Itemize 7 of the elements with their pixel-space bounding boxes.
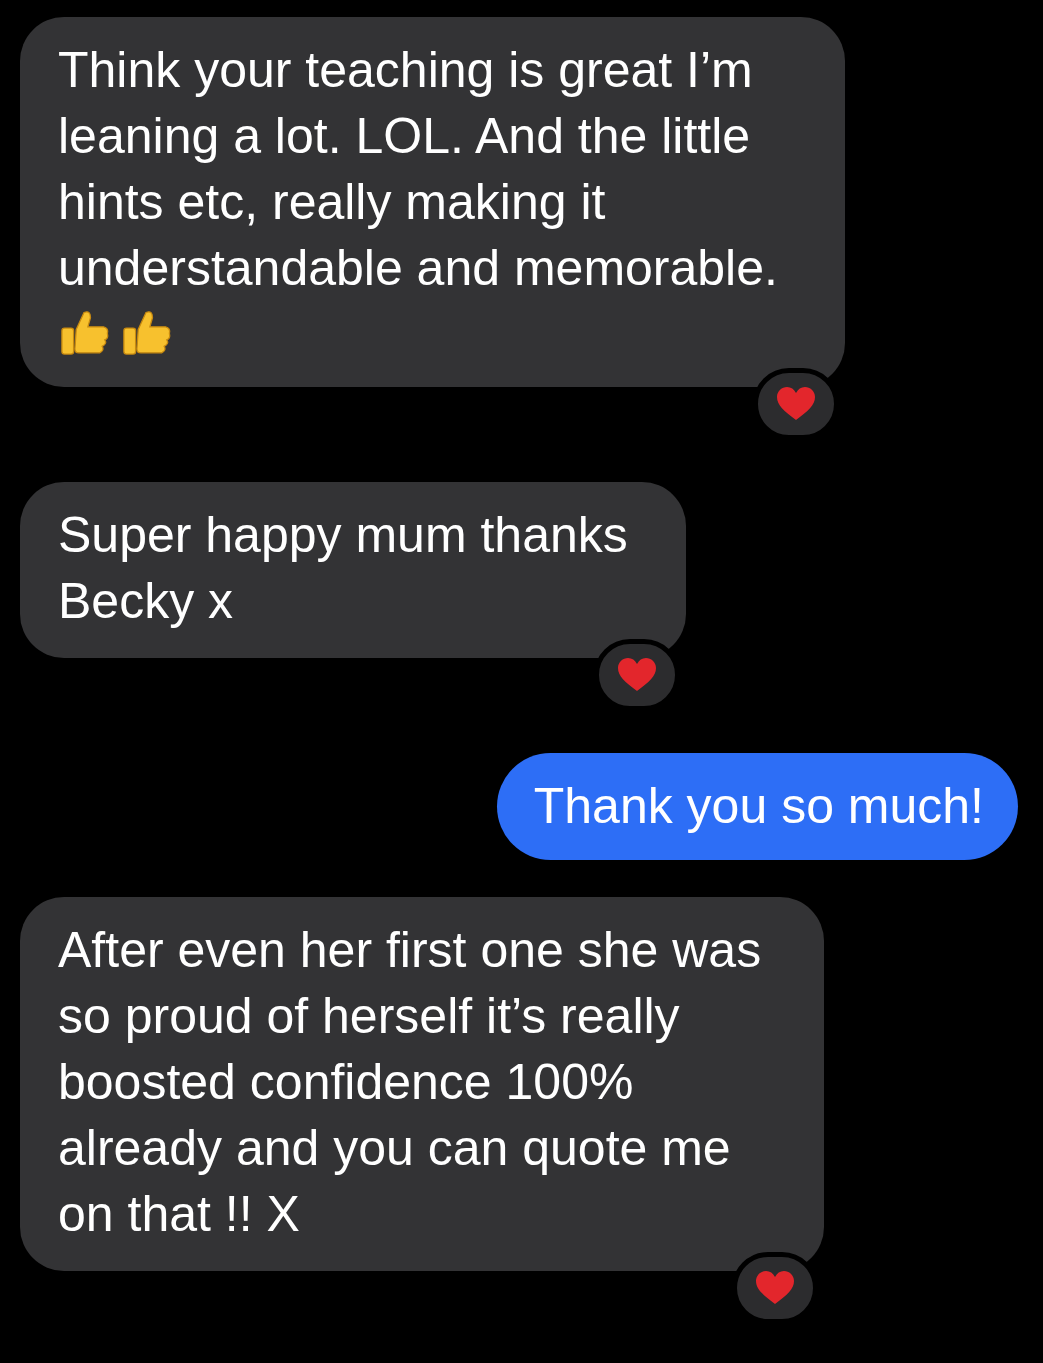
message-text: After even her first one she was so proud of herself it’s really boosted confidence 100% already and you can quote me on that !! X <box>58 921 763 1244</box>
message-text: Super happy mum thanks Becky x <box>58 506 629 631</box>
heart-icon <box>755 1270 795 1306</box>
heart-icon <box>617 657 657 693</box>
message-text: Thank you so much! <box>533 777 984 836</box>
heart-icon <box>776 386 816 422</box>
message-text: Think your teaching is great I’m leaning a lot. LOL. And the little hints etc, really making it understandable and memorable. <box>58 41 779 298</box>
